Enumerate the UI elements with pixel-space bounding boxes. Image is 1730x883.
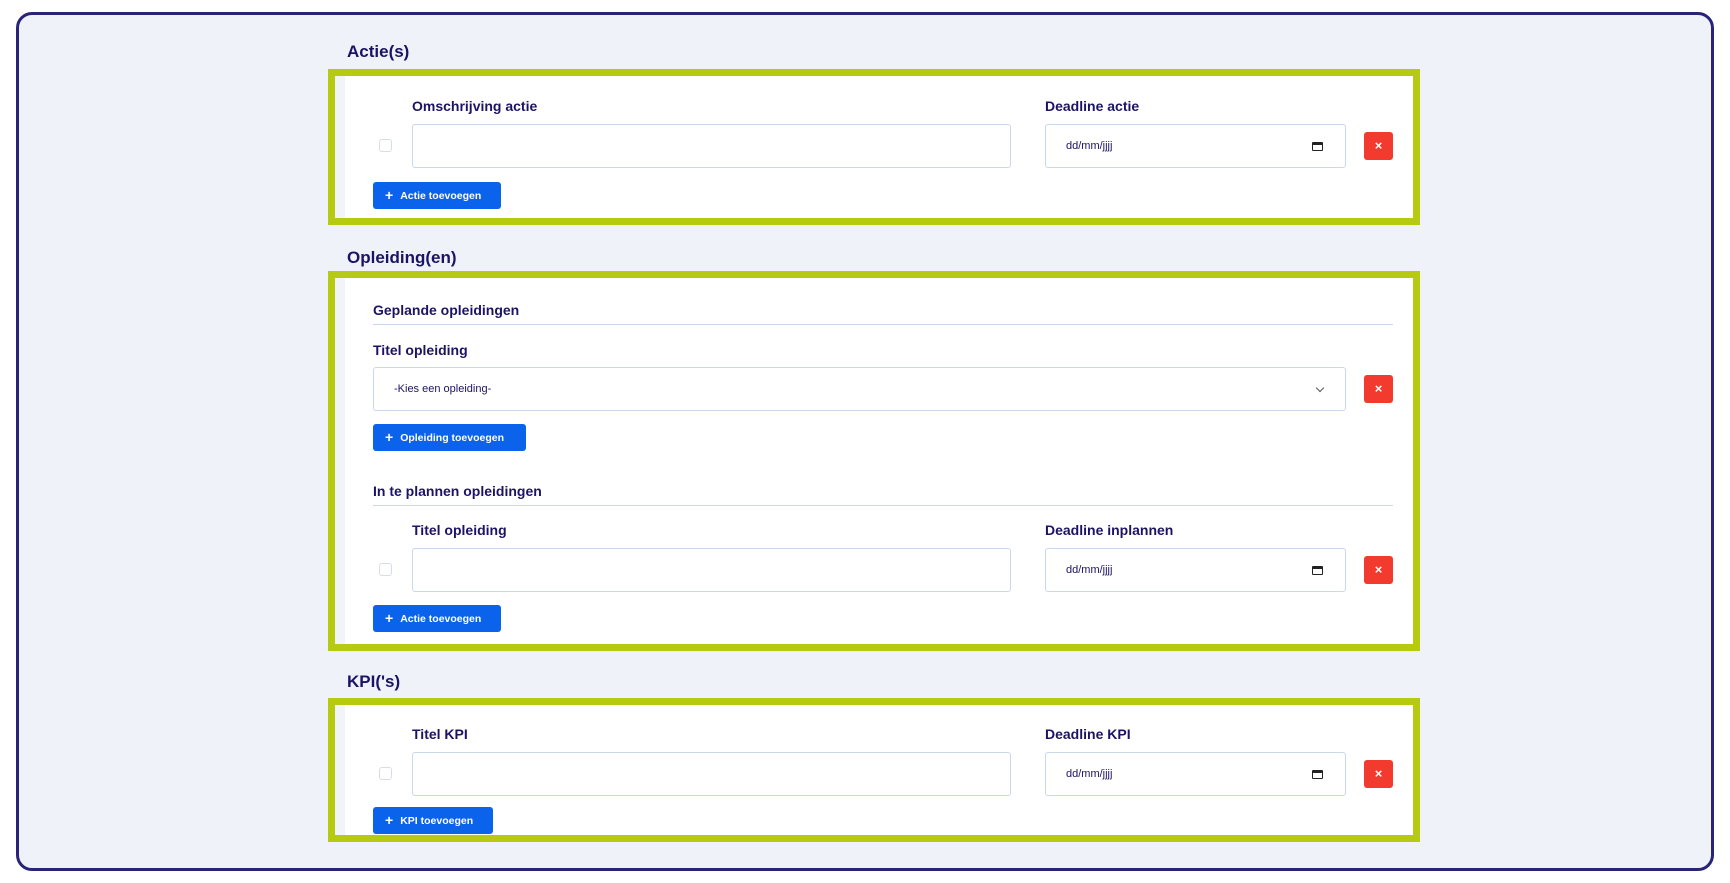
deadline-actie-label: Deadline actie [1045,98,1140,114]
opleidingen-card: Geplande opleidingen Titel opleiding -Ki… [328,271,1420,651]
delete-opleiding-button[interactable]: × [1364,375,1393,403]
geplande-opleidingen-heading: Geplande opleidingen [373,302,520,318]
deadline-kpi-date-input[interactable]: dd/mm/jjjj [1045,752,1346,796]
plus-icon: + [385,610,394,626]
section-title-kpis: KPI('s) [347,672,401,691]
actie-checkbox[interactable] [379,139,392,152]
select-value: -Kies een opleiding- [394,383,492,395]
section-title-opleidingen: Opleiding(en) [347,248,457,267]
add-actie-button[interactable]: + Actie toevoegen [373,182,501,209]
add-opleiding-button[interactable]: + Opleiding toevoegen [373,424,526,451]
date-placeholder: dd/mm/jjjj [1066,140,1113,152]
calendar-icon[interactable] [1312,770,1323,779]
add-actie-label: Actie toevoegen [400,190,482,202]
in-te-plannen-heading: In te plannen opleidingen [373,483,542,499]
omschrijving-actie-label: Omschrijving actie [412,98,538,114]
titel-opleiding-input[interactable] [412,548,1011,592]
kpis-card: Titel KPI Deadline KPI dd/mm/jjjj × + KPI… [328,698,1420,842]
deadline-inplannen-label: Deadline inplannen [1045,522,1174,538]
close-icon: × [1374,138,1383,153]
close-icon: × [1374,766,1383,781]
kpi-checkbox[interactable] [379,767,392,780]
calendar-icon[interactable] [1312,142,1323,151]
add-opleiding-label: Opleiding toevoegen [400,432,505,444]
add-in-te-plannen-button[interactable]: + Actie toevoegen [373,605,501,632]
deadline-inplannen-date-input[interactable]: dd/mm/jjjj [1045,548,1346,592]
add-in-te-plannen-label: Actie toevoegen [400,613,482,625]
plus-icon: + [385,429,394,445]
titel-kpi-label: Titel KPI [412,726,468,742]
titel-opleiding-label: Titel opleiding [373,342,468,358]
deadline-actie-date-input[interactable]: dd/mm/jjjj [1045,124,1346,168]
close-icon: × [1374,381,1383,396]
add-kpi-button[interactable]: + KPI toevoegen [373,807,493,834]
date-placeholder: dd/mm/jjjj [1066,564,1113,576]
delete-actie-button[interactable]: × [1364,132,1393,160]
plus-icon: + [385,812,394,828]
acties-card: Omschrijving actie Deadline actie dd/mm/… [328,69,1420,225]
close-icon: × [1374,562,1383,577]
omschrijving-actie-input[interactable] [412,124,1011,168]
titel-kpi-input[interactable] [412,752,1011,796]
plus-icon: + [385,187,394,203]
delete-kpi-button[interactable]: × [1364,760,1393,788]
calendar-icon[interactable] [1312,566,1323,575]
section-title-acties: Actie(s) [347,42,410,61]
chevron-down-icon [1315,383,1325,393]
opleiding-select[interactable]: -Kies een opleiding- [373,367,1346,411]
date-placeholder: dd/mm/jjjj [1066,768,1113,780]
deadline-kpi-label: Deadline KPI [1045,726,1131,742]
titel-opleiding-label: Titel opleiding [412,522,507,538]
opleiding-checkbox[interactable] [379,563,392,576]
divider [373,505,1393,506]
divider [373,324,1393,325]
add-kpi-label: KPI toevoegen [400,815,474,827]
delete-in-te-plannen-button[interactable]: × [1364,556,1393,584]
